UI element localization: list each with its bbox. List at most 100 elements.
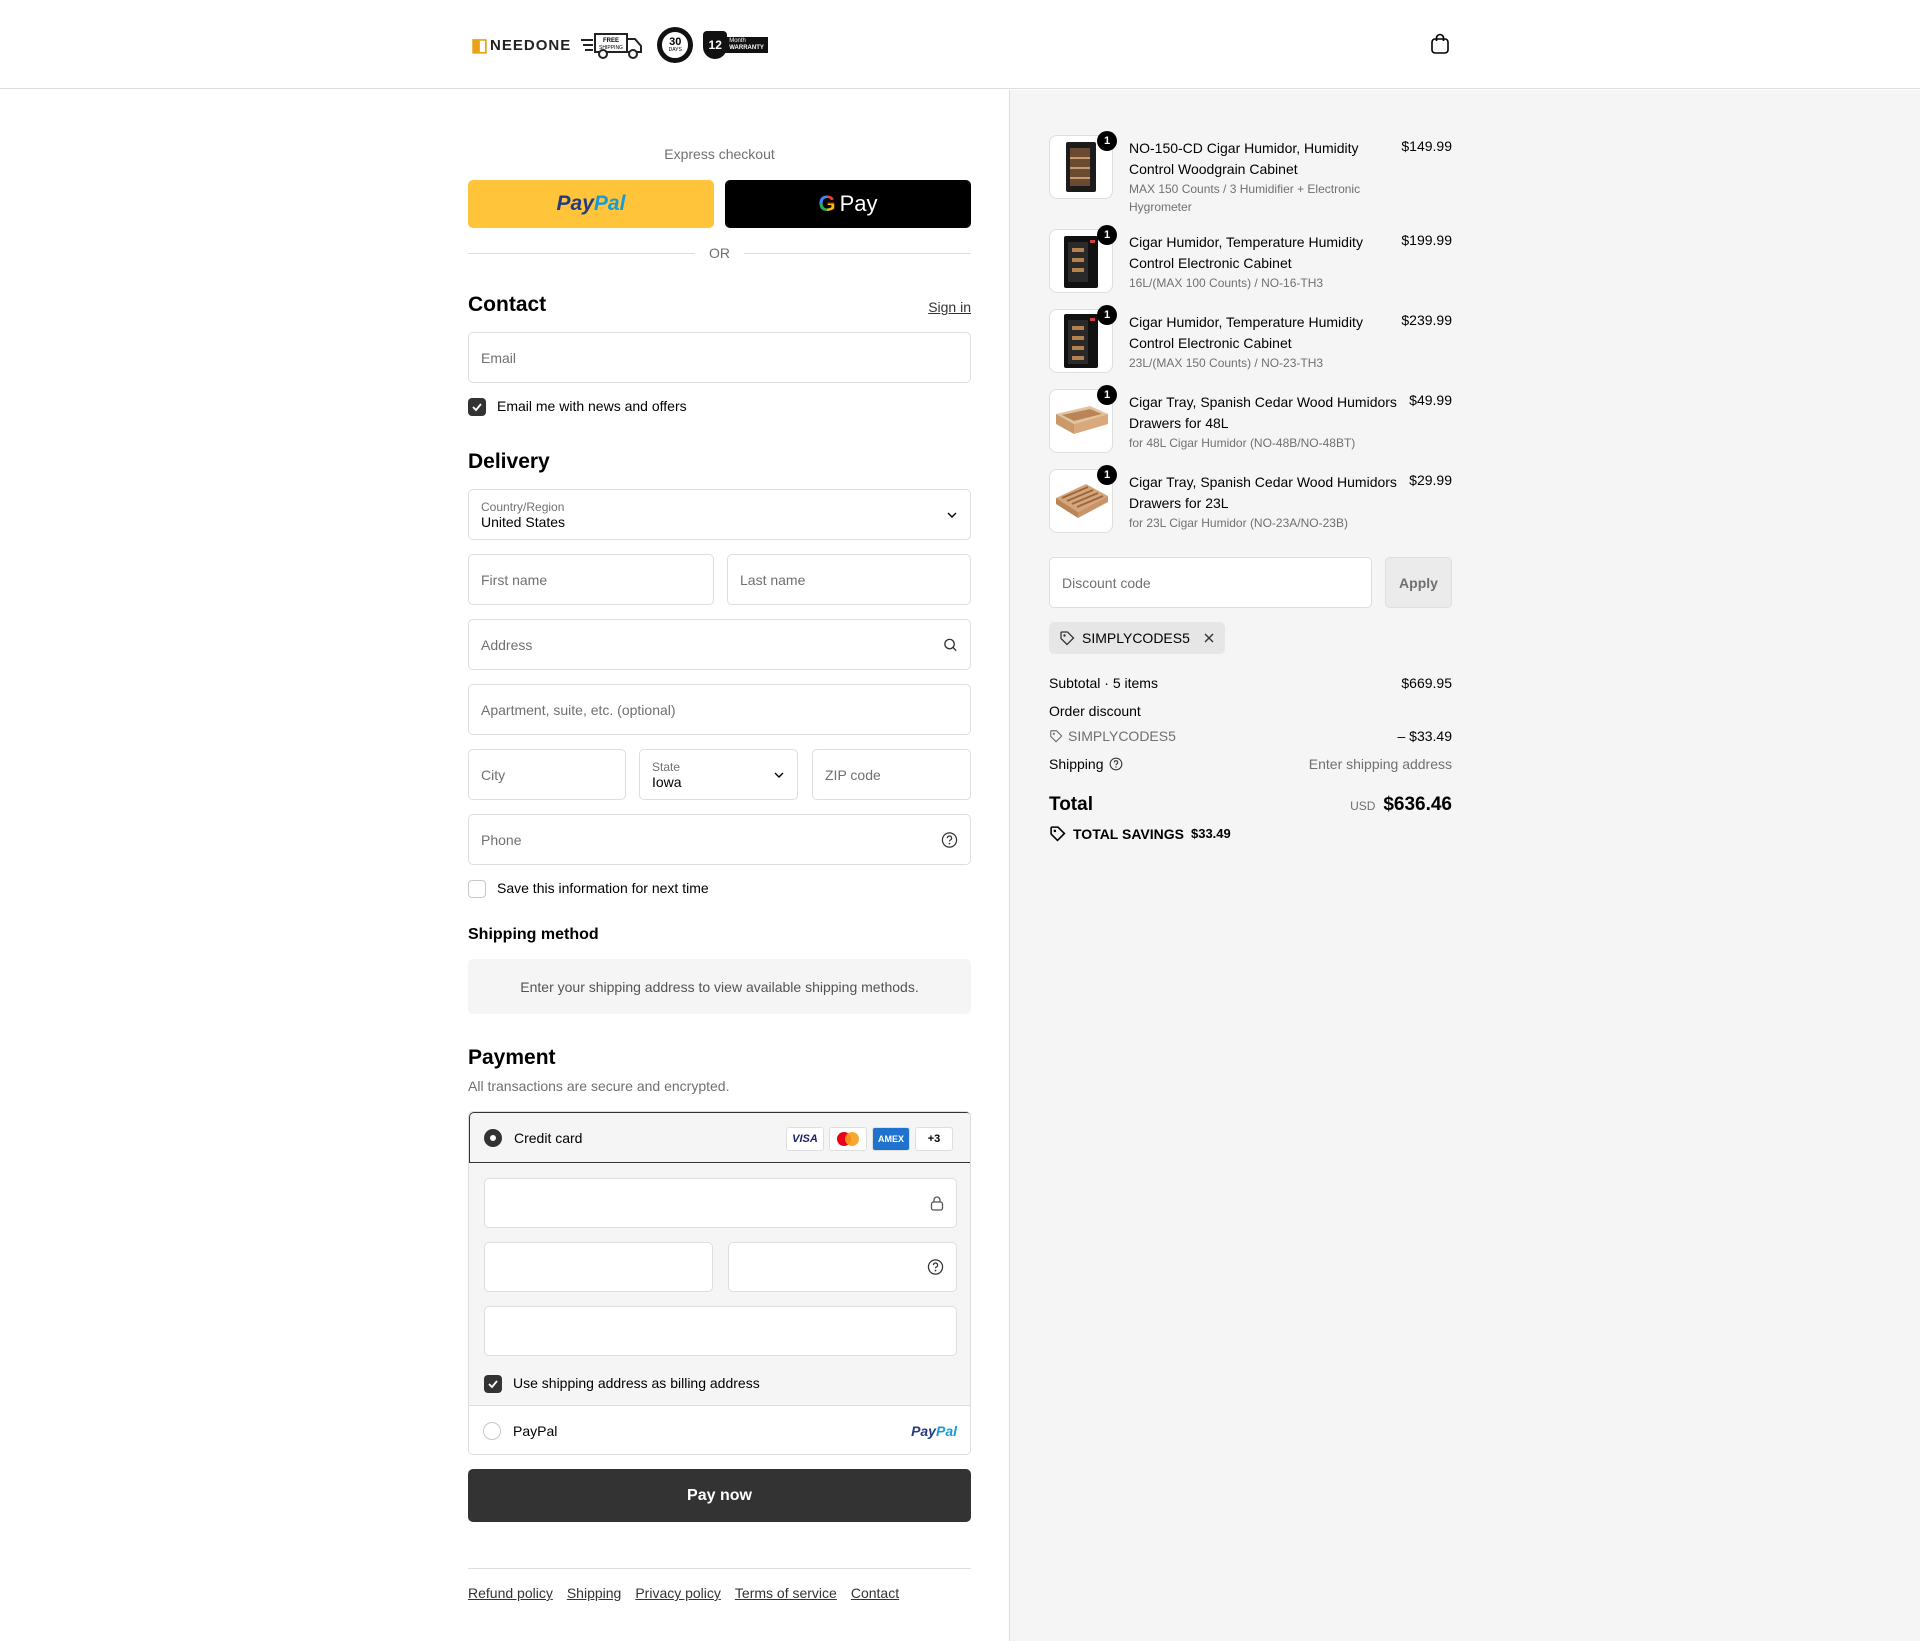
paypal-logo-pal: Pal: [935, 1423, 957, 1439]
shopping-bag-icon[interactable]: [1428, 32, 1452, 56]
payment-options: Credit card VISA AMEX +3 Use shipping ad…: [468, 1111, 971, 1455]
list-item: 1 Cigar Tray, Spanish Cedar Wood Humidor…: [1049, 385, 1452, 461]
sign-in-link[interactable]: Sign in: [928, 299, 971, 315]
thirty-days-badge: 30 DAYS: [657, 27, 694, 63]
warranty-badge: 12 Month WARRANTY: [703, 31, 768, 59]
apply-button[interactable]: Apply: [1385, 557, 1452, 608]
footer-links: Refund policy Shipping Privacy policy Te…: [468, 1568, 971, 1601]
shipping-method-message: Enter your shipping address to view avai…: [520, 978, 919, 995]
paypal-logo: PayPal: [911, 1423, 957, 1439]
credit-card-label: Credit card: [514, 1129, 583, 1146]
pay-now-button[interactable]: Pay now: [468, 1469, 971, 1522]
google-pay-button[interactable]: G Pay: [725, 180, 971, 228]
chevron-down-icon: [774, 772, 784, 778]
state-select[interactable]: State Iowa: [639, 749, 798, 800]
news-checkbox[interactable]: [468, 398, 486, 416]
item-variant: 23L/(MAX 150 Counts) / NO-23-TH3: [1129, 356, 1324, 370]
email-placeholder: Email: [481, 349, 517, 366]
tag-icon: [1050, 730, 1063, 743]
refund-policy-link[interactable]: Refund policy: [468, 1585, 553, 1601]
billing-checkbox[interactable]: [484, 1375, 502, 1393]
shipping-label: Shipping: [1049, 756, 1104, 772]
address-field[interactable]: Address: [468, 619, 971, 670]
shipping-link[interactable]: Shipping: [567, 1585, 622, 1601]
phone-field[interactable]: Phone: [468, 814, 971, 865]
first-name-placeholder: First name: [481, 571, 548, 588]
terms-of-service-link[interactable]: Terms of service: [735, 1585, 837, 1601]
subtotal-value: $669.95: [1401, 675, 1452, 691]
item-price: $29.99: [1409, 472, 1452, 488]
help-icon[interactable]: [1109, 757, 1123, 771]
product-thumbnail: 1: [1049, 225, 1117, 293]
shipping-row: Shipping Enter shipping address: [1049, 756, 1452, 772]
help-icon[interactable]: [927, 1259, 944, 1276]
paypal-radio[interactable]: [483, 1422, 501, 1440]
express-checkout-title: Express checkout: [664, 146, 775, 162]
google-g-icon: G: [818, 191, 836, 216]
total-label: Total: [1049, 794, 1093, 815]
apartment-field[interactable]: Apartment, suite, etc. (optional): [468, 684, 971, 735]
first-name-field[interactable]: First name: [468, 554, 714, 605]
city-field[interactable]: City: [468, 749, 626, 800]
amex-icon: AMEX: [872, 1127, 910, 1151]
svg-text:SHIPPING: SHIPPING: [599, 45, 623, 51]
shield-icon: 12: [703, 31, 728, 59]
zip-field[interactable]: ZIP code: [812, 749, 971, 800]
brand-logo[interactable]: ◧ NEEDONE: [471, 35, 571, 56]
product-thumbnail: 1: [1049, 305, 1117, 373]
country-select[interactable]: Country/Region United States: [468, 489, 971, 540]
save-info-checkbox[interactable]: [468, 880, 486, 898]
security-code-field[interactable]: [728, 1242, 957, 1292]
last-name-field[interactable]: Last name: [727, 554, 971, 605]
visa-icon: VISA: [786, 1127, 824, 1151]
item-price: $239.99: [1401, 312, 1452, 328]
item-name: Cigar Tray, Spanish Cedar Wood Humidors …: [1129, 474, 1397, 511]
paypal-express-button[interactable]: Pay Pal: [468, 180, 714, 228]
paypal-option[interactable]: PayPal PayPal: [469, 1405, 970, 1454]
credit-card-option[interactable]: Credit card VISA AMEX +3: [469, 1112, 970, 1163]
quantity-badge: 1: [1097, 225, 1117, 245]
order-summary: 1 NO-150-CD Cigar Humidor, Humidity Cont…: [1009, 90, 1920, 1641]
contact-link[interactable]: Contact: [851, 1585, 899, 1601]
list-item: 1 Cigar Humidor, Temperature Humidity Co…: [1049, 225, 1452, 301]
warranty-number: 12: [708, 38, 722, 52]
savings-label: TOTAL SAVINGS: [1073, 825, 1184, 842]
more-cards-badge: +3: [915, 1127, 953, 1151]
contact-title: Contact: [468, 293, 547, 316]
expiration-field[interactable]: [484, 1242, 713, 1292]
state-label: State: [652, 759, 681, 774]
card-form: Use shipping address as billing address: [469, 1163, 970, 1405]
discount-code-field[interactable]: Discount code: [1049, 557, 1372, 608]
total-savings: TOTAL SAVINGS $33.49: [1049, 825, 1231, 842]
brand-mark-icon: ◧: [471, 34, 490, 55]
total-row: Total USD $636.46: [1049, 794, 1452, 816]
email-field[interactable]: Email: [468, 332, 971, 383]
state-value: Iowa: [652, 773, 682, 790]
warranty-month: Month: [729, 38, 746, 45]
payment-title: Payment: [468, 1046, 556, 1069]
truck-icon: FREE SHIPPING: [581, 33, 643, 59]
name-on-card-field[interactable]: [484, 1306, 957, 1356]
subtotal-row: Subtotal · 5 items $669.95: [1049, 675, 1452, 691]
brand-name: NEEDONE: [490, 36, 572, 54]
google-pay-label: Pay: [839, 191, 878, 216]
shipping-value: Enter shipping address: [1308, 756, 1452, 772]
mastercard-icon: [829, 1127, 867, 1151]
close-icon[interactable]: [1203, 632, 1215, 644]
list-item: 1 NO-150-CD Cigar Humidor, Humidity Cont…: [1049, 131, 1452, 214]
privacy-policy-link[interactable]: Privacy policy: [635, 1585, 721, 1601]
checkmark-icon: [472, 403, 482, 412]
credit-card-radio[interactable]: [484, 1128, 502, 1147]
city-placeholder: City: [481, 766, 506, 783]
quantity-badge: 1: [1097, 465, 1117, 485]
card-number-field[interactable]: [484, 1178, 957, 1228]
checkmark-icon: [488, 1380, 498, 1389]
or-divider: OR: [468, 245, 971, 261]
item-variant: MAX 150 Counts / 3 Humidifier + Electron…: [1129, 182, 1361, 214]
help-icon[interactable]: [941, 831, 958, 848]
logo-row[interactable]: ◧ NEEDONE FREE SHIPPING 30 DAYS 12 Month…: [471, 23, 768, 67]
order-discount-label: Order discount: [1049, 703, 1141, 719]
lock-icon: [930, 1196, 944, 1211]
warranty-label: WARRANTY: [729, 45, 764, 51]
more-cards-label: +3: [927, 1133, 941, 1145]
